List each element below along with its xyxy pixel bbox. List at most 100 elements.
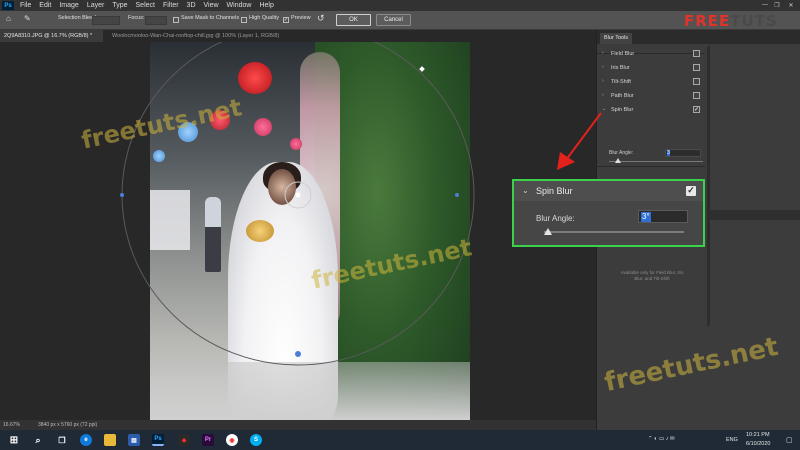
tray-icons[interactable]: ⌃ ◐ ▭ ♪ ✉	[648, 436, 675, 442]
high-quality-checkbox[interactable]	[241, 17, 247, 23]
spin-blur-ellipse[interactable]	[121, 42, 475, 366]
menu-filter[interactable]: Filter	[159, 2, 183, 9]
blur-list: › Field Blur › Iris Blur › Tilt-Shift › …	[597, 46, 705, 117]
menu-help[interactable]: Help	[255, 2, 277, 9]
spin-handle-corner[interactable]	[419, 66, 425, 72]
blur-angle-slider-knob[interactable]	[615, 158, 621, 163]
watermark-text: freetuts.net	[601, 331, 781, 399]
clock-date[interactable]: 6/10/2020	[746, 441, 770, 447]
preview-label: Preview	[291, 15, 311, 21]
spin-handle-right[interactable]	[455, 193, 459, 197]
path-blur-checkbox[interactable]	[693, 92, 700, 99]
chevron-right-icon[interactable]: ›	[602, 50, 604, 56]
cancel-button[interactable]: Cancel	[376, 14, 411, 26]
spin-blur-checkbox[interactable]: ✓	[693, 106, 700, 113]
blur-angle-value: 3°	[641, 212, 651, 222]
status-bar: 16.67% 3840 px x 5760 px (72 ppi)	[0, 420, 596, 430]
blur-angle-slider[interactable]	[544, 231, 684, 233]
spin-handle-bottom[interactable]	[295, 351, 301, 357]
chevron-right-icon[interactable]: ›	[602, 78, 604, 84]
menu-3d[interactable]: 3D	[183, 2, 200, 9]
high-quality-label: High Quality	[249, 15, 279, 21]
zoom-level[interactable]: 16.67%	[3, 422, 20, 428]
focus-field[interactable]	[145, 16, 167, 25]
language-indicator[interactable]: ENG	[726, 437, 738, 443]
menu-edit[interactable]: Edit	[35, 2, 55, 9]
notification-icon[interactable]: ▢	[786, 436, 793, 444]
menu-window[interactable]: Window	[223, 2, 256, 9]
blur-item-path-blur[interactable]: › Path Blur	[597, 89, 705, 103]
document-tabs: 2Q9A8310.JPG @ 16.7% (RGB/8) * Woolocmoo…	[0, 30, 596, 42]
photoshop-window: Ps File Edit Image Layer Type Select Fil…	[0, 0, 800, 450]
chevron-down-icon[interactable]: ⌄	[522, 186, 529, 195]
search-icon[interactable]: ⌕	[32, 434, 44, 446]
menu-view[interactable]: View	[200, 2, 223, 9]
skype-icon[interactable]: S	[250, 434, 262, 446]
maximize-icon[interactable]: ❐	[772, 2, 782, 10]
save-mask-checkbox[interactable]	[173, 17, 179, 23]
divider	[597, 166, 705, 167]
blur-angle-slider[interactable]	[609, 161, 703, 162]
blur-item-spin-blur[interactable]: ⌄ Spin Blur ✓	[597, 103, 705, 117]
store-icon[interactable]: ▤	[128, 434, 140, 446]
chevron-right-icon[interactable]: ›	[602, 64, 604, 70]
document-size: 3840 px x 5760 px (72 ppi)	[38, 422, 98, 428]
windows-taskbar: ⊞ ⌕ ❐ e ▤ Ps ◆ Pr ◉ S ⌃ ◐ ▭ ♪ ✉ ENG 10:2…	[0, 430, 800, 450]
focus-label: Focus:	[128, 15, 145, 21]
canvas-area[interactable]: freetuts.net freetuts.net	[0, 42, 590, 420]
ok-button[interactable]: OK	[336, 14, 371, 26]
photoshop-logo-icon: Ps	[2, 1, 14, 10]
windows-start-icon[interactable]: ⊞	[8, 434, 20, 446]
menu-layer[interactable]: Layer	[83, 2, 109, 9]
blur-item-tilt-shift[interactable]: › Tilt-Shift	[597, 75, 705, 89]
save-mask-label: Save Mask to Channels	[181, 15, 240, 21]
app-icon[interactable]: ◆	[178, 434, 190, 446]
spin-blur-title: Spin Blur	[536, 186, 573, 196]
selection-bleed-field[interactable]	[92, 16, 120, 25]
tab-blur-tools[interactable]: Blur Tools	[600, 33, 633, 44]
chrome-icon[interactable]: ◉	[226, 434, 238, 446]
brand-logo-part2: TUTS	[730, 12, 778, 30]
blur-item-field-blur[interactable]: › Field Blur	[597, 47, 705, 61]
field-blur-checkbox[interactable]	[693, 50, 700, 57]
premiere-icon[interactable]: Pr	[202, 434, 214, 446]
home-icon[interactable]: ⌂	[6, 14, 11, 23]
spin-center-pin[interactable]	[295, 192, 301, 198]
menu-image[interactable]: Image	[55, 2, 82, 9]
minimize-icon[interactable]: —	[760, 2, 770, 10]
blur-angle-field[interactable]: 3	[665, 149, 701, 157]
blur-angle-value: 3	[667, 150, 670, 156]
blur-item-label: Path Blur	[611, 93, 634, 99]
blur-angle-label: Blur Angle:	[536, 214, 575, 223]
panel-secondary-strip	[710, 210, 800, 220]
brand-logo: FREETUTS	[684, 12, 796, 34]
blur-angle-field[interactable]: 3°	[638, 210, 688, 223]
close-icon[interactable]: ✕	[786, 2, 796, 10]
file-explorer-icon[interactable]	[104, 434, 116, 446]
tilt-shift-checkbox[interactable]	[693, 78, 700, 85]
pin-tool-icon[interactable]: ✎	[24, 14, 31, 23]
preview-checkbox[interactable]: ✓	[283, 17, 289, 23]
iris-blur-checkbox[interactable]	[693, 64, 700, 71]
menu-type[interactable]: Type	[108, 2, 131, 9]
spin-handle-left[interactable]	[120, 193, 124, 197]
blur-item-label: Iris Blur	[611, 65, 630, 71]
panel-scrollbar[interactable]	[707, 46, 710, 326]
photoshop-taskbar-icon[interactable]: Ps	[152, 434, 164, 446]
menu-select[interactable]: Select	[132, 2, 159, 9]
tab-document-2[interactable]: Woolocmooloo-Wan-Chai-rooftop-chill.jpg …	[108, 30, 308, 42]
clock-time[interactable]: 10:21 PM	[746, 432, 770, 438]
blur-angle-slider-knob[interactable]	[544, 228, 553, 235]
spin-blur-zoom-callout: ⌄ Spin Blur ✓ Blur Angle: 3°	[512, 179, 705, 247]
reset-icon[interactable]: ↺	[317, 13, 325, 24]
menu-file[interactable]: File	[16, 2, 35, 9]
blur-item-iris-blur[interactable]: › Iris Blur	[597, 61, 705, 75]
spin-blur-checkbox[interactable]: ✓	[686, 186, 696, 196]
chevron-down-icon[interactable]: ⌄	[602, 106, 606, 112]
tab-document-active[interactable]: 2Q9A8310.JPG @ 16.7% (RGB/8) *	[0, 30, 103, 42]
edge-icon[interactable]: e	[80, 434, 92, 446]
options-bar: ⌂ ✎ Selection Bleed: Focus: Save Mask to…	[0, 11, 800, 30]
chevron-right-icon[interactable]: ›	[602, 92, 604, 98]
task-view-icon[interactable]: ❐	[56, 434, 68, 446]
spin-blur-overlay[interactable]	[0, 42, 590, 420]
